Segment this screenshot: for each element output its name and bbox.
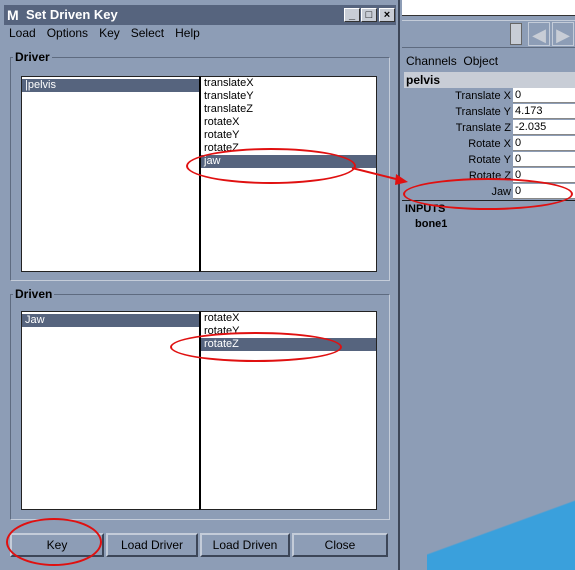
driver-object-list[interactable]: |pelvis [21, 76, 200, 272]
annotation-arrow-icon [351, 167, 408, 185]
annotation-circle-jaw [186, 148, 356, 184]
menu-options[interactable]: Options [47, 26, 88, 40]
list-item[interactable]: Jaw [22, 314, 199, 327]
driven-label: Driven [13, 287, 55, 301]
menu-key[interactable]: Key [99, 26, 120, 40]
list-item[interactable]: translateY [201, 90, 376, 103]
spinner[interactable] [510, 23, 522, 45]
close-button[interactable]: Close [292, 533, 388, 557]
input-node[interactable]: bone1 [415, 218, 447, 230]
menu-channels[interactable]: Channels [406, 54, 457, 68]
close-window-button[interactable]: × [379, 8, 395, 22]
channel-row[interactable]: Rotate X0 [402, 136, 575, 152]
annotation-circle-rotatez [170, 332, 342, 362]
list-item[interactable]: rotateY [201, 129, 376, 142]
channel-row[interactable]: Translate X0 [402, 88, 575, 104]
list-item[interactable]: |pelvis [22, 79, 199, 92]
set-driven-key-dialog: M Set Driven Key _ □ × Load Options Key Sel… [0, 0, 400, 570]
channel-menu: Channels Object [406, 54, 498, 68]
channel-box: ◀ ▶ Channels Object pelvis Translate X0 … [402, 0, 575, 570]
list-item[interactable]: rotateX [201, 312, 376, 325]
time-toolbar: ◀ ▶ [402, 20, 575, 48]
driver-label: Driver [13, 50, 52, 64]
menu-bar: Load Options Key Select Help [4, 26, 206, 42]
list-item[interactable]: translateZ [201, 103, 376, 116]
annotation-circle-jaw-channel [403, 178, 573, 210]
menu-object[interactable]: Object [463, 54, 498, 68]
title-bar[interactable]: M Set Driven Key _ □ × [4, 5, 396, 25]
channel-row[interactable]: Rotate Y0 [402, 152, 575, 168]
maya-logo-icon: M [7, 7, 19, 23]
menu-select[interactable]: Select [131, 26, 164, 40]
step-back-icon[interactable]: ◀ [528, 22, 550, 46]
annotation-circle-key [6, 518, 102, 566]
load-driven-button[interactable]: Load Driven [200, 533, 290, 557]
load-driver-button[interactable]: Load Driver [106, 533, 198, 557]
channel-row[interactable]: Translate Y 4.173 [402, 104, 575, 120]
menu-load[interactable]: Load [9, 26, 36, 40]
minimize-button[interactable]: _ [344, 8, 360, 22]
list-item[interactable]: translateX [201, 77, 376, 90]
watermark-image [427, 468, 575, 570]
top-field [402, 0, 575, 16]
window-title: Set Driven Key [26, 7, 118, 22]
maximize-button[interactable]: □ [361, 8, 377, 22]
list-item[interactable]: rotateX [201, 116, 376, 129]
menu-help[interactable]: Help [175, 26, 200, 40]
channel-row[interactable]: Translate Z -2.035 [402, 120, 575, 136]
object-name: pelvis [404, 72, 575, 88]
step-forward-icon[interactable]: ▶ [552, 22, 574, 46]
driven-object-list[interactable]: Jaw [21, 311, 200, 510]
